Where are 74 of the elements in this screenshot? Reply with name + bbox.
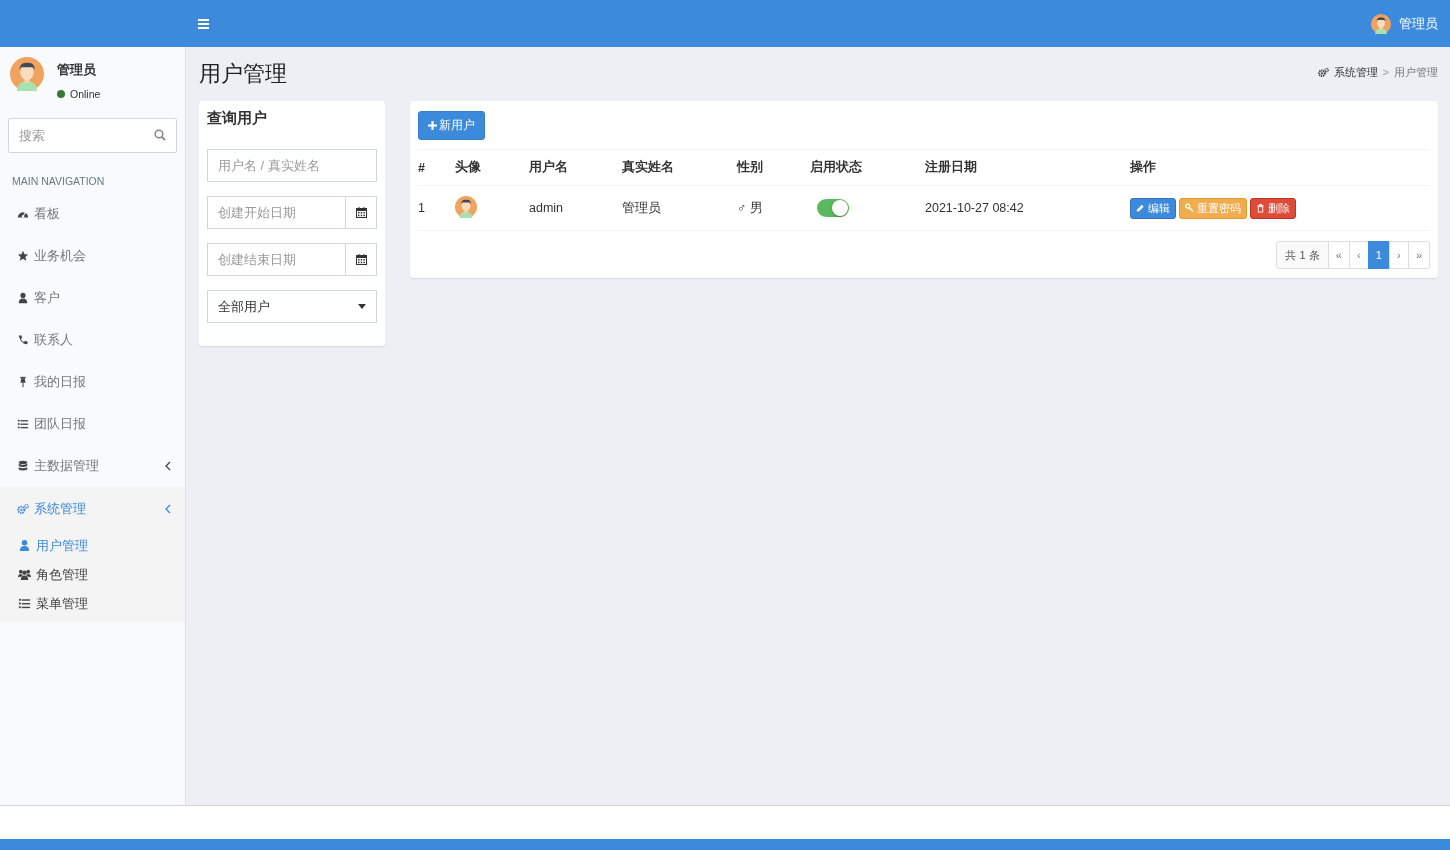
column-header: 头像: [455, 149, 529, 186]
nav-item[interactable]: 业务机会: [0, 235, 185, 277]
column-header: 操作: [1130, 149, 1430, 186]
breadcrumb-separator: >: [1382, 66, 1389, 78]
column-header: #: [418, 149, 455, 186]
pencil-icon: [1136, 203, 1145, 213]
nav-icon: [17, 376, 29, 388]
nav-icon: [18, 597, 31, 610]
last-page-button[interactable]: »: [1407, 241, 1430, 269]
table-cell: 2021-10-27 08:42: [925, 185, 1130, 231]
nav-item[interactable]: 联系人: [0, 319, 185, 361]
column-header: 启用状态: [810, 149, 925, 186]
avatar-icon: [10, 57, 44, 91]
key-icon: [1185, 203, 1194, 213]
gears-icon: [1317, 66, 1329, 78]
nav-item[interactable]: 我的日报: [0, 361, 185, 403]
menu-icon[interactable]: [197, 18, 209, 29]
user-name[interactable]: 管理员: [1399, 14, 1438, 33]
caret-icon: [165, 461, 171, 471]
edit-button[interactable]: 编辑: [1130, 197, 1176, 219]
nav-item[interactable]: 客户: [0, 277, 185, 319]
nav-item[interactable]: 看板: [0, 193, 185, 235]
user-name: 管理员: [57, 61, 97, 79]
page-button[interactable]: 1: [1367, 241, 1390, 269]
nav-item[interactable]: 主数据管理: [0, 445, 185, 487]
status-text: Online: [70, 88, 101, 100]
nav-item[interactable]: 系统管理: [0, 487, 185, 531]
date-field[interactable]: 创建结束日期: [207, 243, 346, 276]
previous-page-button[interactable]: ‹: [1348, 241, 1369, 269]
nav-icon: [17, 418, 29, 430]
table-cell: 管理员: [622, 185, 737, 231]
column-header: 性别: [737, 149, 810, 186]
nav-icon: [17, 503, 29, 515]
table-cell: admin: [529, 185, 622, 231]
breadcrumb-link[interactable]: 系统管理: [1333, 64, 1378, 80]
column-header: 用户名: [529, 149, 622, 186]
status-toggle[interactable]: [817, 199, 849, 217]
column-header: 注册日期: [925, 149, 1130, 186]
nav-icon: [17, 334, 29, 346]
next-page-button[interactable]: ›: [1388, 241, 1409, 269]
trash-icon: [1256, 203, 1265, 213]
delete-button[interactable]: 删除: [1250, 197, 1296, 219]
search-field[interactable]: 用户名 / 真实姓名: [207, 149, 377, 182]
total-count: 共 1 条: [1276, 241, 1329, 269]
nav-icon: [17, 292, 29, 304]
caret-icon: [358, 304, 366, 309]
search-field[interactable]: 搜索: [8, 118, 177, 153]
date-field[interactable]: 创建开始日期: [207, 196, 346, 229]
nav-icon: [18, 539, 31, 552]
calendar-icon: [355, 207, 367, 218]
avatar-icon: [1371, 13, 1391, 34]
submenu-item[interactable]: 菜单管理: [0, 589, 185, 618]
calendar-button[interactable]: [346, 196, 377, 229]
column-header: 真实姓名: [622, 149, 737, 186]
page-title: 用户管理: [199, 60, 287, 88]
submenu-item[interactable]: 用户管理: [0, 531, 185, 560]
gender-text: ♂ 男: [737, 200, 763, 215]
search-icon[interactable]: [154, 129, 166, 141]
nav-icon: [18, 568, 31, 581]
nav-item[interactable]: 团队日报: [0, 403, 185, 445]
user-filter-dropdown[interactable]: 全部用户: [207, 290, 377, 323]
calendar-button[interactable]: [346, 243, 377, 276]
avatar-icon: [455, 195, 477, 218]
first-page-button[interactable]: «: [1327, 241, 1350, 269]
nav-icon: [17, 250, 29, 262]
add-user-button[interactable]: 新用户: [418, 111, 485, 140]
submenu-item[interactable]: 角色管理: [0, 560, 185, 589]
caret-icon: [165, 504, 171, 514]
panel-title: 查询用户: [207, 109, 267, 126]
nav-icon: [17, 460, 29, 472]
status-dot: [57, 90, 65, 98]
plus-icon: [428, 121, 437, 130]
calendar-icon: [355, 254, 367, 265]
section-heading: MAIN NAVIGATION: [12, 175, 105, 187]
